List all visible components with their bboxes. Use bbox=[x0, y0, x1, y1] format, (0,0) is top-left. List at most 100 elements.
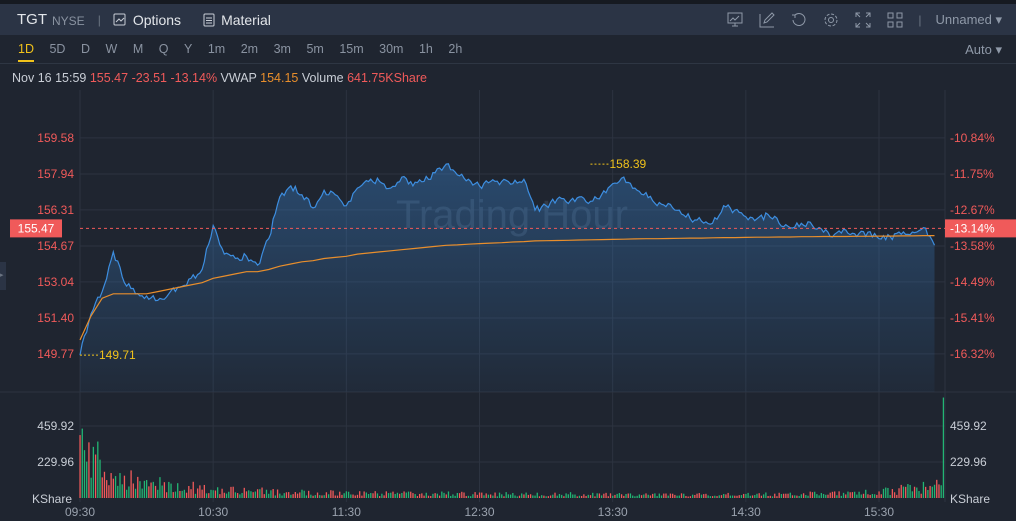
sidebar-toggle[interactable]: ▸ bbox=[0, 262, 6, 290]
gear-icon[interactable] bbox=[822, 11, 840, 29]
volume-bar bbox=[918, 491, 920, 498]
volume-bar bbox=[505, 492, 507, 498]
volume-bar bbox=[853, 491, 856, 498]
tab-period-D[interactable]: D bbox=[81, 35, 90, 64]
scale-mode-dropdown[interactable]: Auto ▾ bbox=[965, 35, 1002, 64]
tab-period-Y[interactable]: Y bbox=[184, 35, 192, 64]
volume-bar bbox=[199, 485, 201, 498]
volume-bar bbox=[381, 493, 383, 498]
volume-bar bbox=[301, 489, 303, 498]
volume-bar bbox=[245, 491, 248, 498]
volume-bar bbox=[760, 495, 763, 498]
price-tick-label: 151.40 bbox=[37, 311, 74, 325]
vwap-value: 154.15 bbox=[260, 71, 299, 85]
layout-dropdown[interactable]: Unnamed ▾ bbox=[935, 12, 1002, 28]
fullscreen-icon[interactable] bbox=[854, 11, 872, 29]
volume-bar bbox=[616, 493, 618, 498]
volume-label: Volume bbox=[301, 71, 344, 85]
volume-bar bbox=[652, 493, 654, 498]
volume-bar bbox=[743, 493, 745, 498]
tab-period-15m[interactable]: 15m bbox=[339, 35, 363, 64]
volume-bar bbox=[450, 495, 452, 498]
options-button[interactable]: Options bbox=[113, 12, 181, 28]
volume-bar bbox=[312, 495, 314, 498]
volume-bar bbox=[638, 494, 640, 498]
high-label: 158.39 bbox=[609, 157, 646, 171]
tab-period-3m[interactable]: 3m bbox=[274, 35, 291, 64]
volume-bar bbox=[148, 486, 150, 498]
price-tick-label: 154.67 bbox=[37, 239, 74, 253]
volume-bar bbox=[829, 492, 831, 498]
volume-bar bbox=[316, 492, 319, 498]
volume-bar bbox=[356, 494, 359, 498]
volume-bar bbox=[518, 495, 521, 498]
volume-bar bbox=[687, 496, 689, 498]
volume-bar bbox=[347, 491, 350, 498]
chart-monitor-icon[interactable] bbox=[726, 11, 744, 29]
volume-bar bbox=[321, 495, 323, 498]
volume-bar bbox=[498, 492, 501, 498]
volume-bar bbox=[503, 496, 505, 498]
time-tick-label: 15:30 bbox=[864, 505, 894, 519]
volume-bar bbox=[907, 484, 909, 498]
volume-bar bbox=[387, 493, 390, 498]
tab-period-5m[interactable]: 5m bbox=[306, 35, 323, 64]
volume-bar bbox=[607, 496, 609, 498]
volume-bar bbox=[141, 488, 143, 498]
volume-bar bbox=[414, 494, 416, 498]
volume-bar bbox=[290, 494, 292, 498]
volume-bar bbox=[325, 492, 328, 498]
volume-bar bbox=[516, 496, 518, 498]
tab-period-2h[interactable]: 2h bbox=[448, 35, 462, 64]
tab-period-1m[interactable]: 1m bbox=[208, 35, 225, 64]
volume-bar bbox=[205, 493, 208, 498]
volume-bar bbox=[314, 495, 316, 498]
pct-tick-label: -16.32% bbox=[950, 347, 995, 361]
volume-bar bbox=[467, 495, 470, 498]
volume-bar bbox=[157, 489, 159, 498]
volume-bar bbox=[185, 492, 188, 498]
volume-bar bbox=[689, 496, 692, 498]
volume-bar bbox=[900, 484, 902, 498]
volume-bar bbox=[354, 495, 356, 498]
datetime: Nov 16 15:59 bbox=[12, 71, 87, 85]
volume-bar bbox=[92, 446, 95, 498]
volume-bar bbox=[629, 493, 632, 498]
volume-bar bbox=[363, 491, 365, 498]
volume-bar bbox=[197, 488, 199, 498]
tab-period-1D[interactable]: 1D bbox=[18, 35, 34, 64]
material-button[interactable]: Material bbox=[203, 12, 271, 28]
tab-period-30m[interactable]: 30m bbox=[379, 35, 403, 64]
quote-info: Nov 16 15:59 155.47 -23.51 -13.14% VWAP … bbox=[12, 71, 427, 85]
volume-bar bbox=[163, 482, 166, 498]
volume-bar bbox=[214, 490, 217, 498]
volume-bar bbox=[376, 493, 379, 498]
volume-bar bbox=[441, 491, 443, 498]
volume-bar bbox=[427, 495, 430, 498]
volume-bar bbox=[119, 473, 121, 498]
volume-bar bbox=[263, 494, 265, 498]
volume-bar bbox=[276, 489, 279, 498]
volume-bar bbox=[649, 495, 652, 498]
volume-bar bbox=[310, 494, 312, 498]
volume-bar bbox=[483, 495, 485, 498]
volume-bar bbox=[709, 496, 712, 498]
tab-period-M[interactable]: M bbox=[133, 35, 143, 64]
volume-bar bbox=[421, 493, 423, 498]
tab-period-1h[interactable]: 1h bbox=[419, 35, 433, 64]
grid-icon[interactable] bbox=[886, 11, 904, 29]
refresh-icon[interactable] bbox=[790, 11, 808, 29]
tab-period-W[interactable]: W bbox=[106, 35, 118, 64]
header-bar: TGT NYSE | Options Material | Unnamed ▾ bbox=[0, 4, 1016, 35]
volume-bar bbox=[436, 493, 439, 498]
exchange: NYSE bbox=[52, 13, 85, 28]
draw-icon[interactable] bbox=[758, 11, 776, 29]
pct-tick-label: -11.75% bbox=[950, 167, 994, 181]
volume-bar bbox=[330, 490, 332, 498]
tab-period-Q[interactable]: Q bbox=[159, 35, 169, 64]
price: 155.47 bbox=[89, 71, 129, 85]
tab-period-2m[interactable]: 2m bbox=[241, 35, 258, 64]
intraday-chart[interactable]: 09:30 10:30 11:30 12:30 13:30 14:30 15:30 159.5… bbox=[0, 90, 1016, 521]
tab-period-5D[interactable]: 5D bbox=[49, 35, 65, 64]
volume-bar bbox=[727, 492, 729, 498]
